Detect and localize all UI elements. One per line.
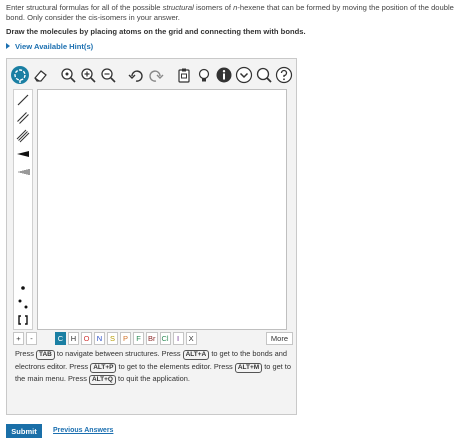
element-o-button[interactable]: O [81,331,92,345]
help-text: electrons editor. Press [15,361,91,371]
previous-answers-link[interactable]: Previous Answers [53,427,113,434]
zoom-fit-button[interactable] [59,66,77,84]
select-tool-button[interactable] [11,66,29,84]
wedge-bond-icon [17,151,29,157]
question-text: Enter structural formulas for all of the… [6,3,468,23]
hash-bond-button[interactable] [15,164,31,180]
view-hints-link[interactable]: View Available Hint(s) [6,42,93,51]
explicit-hydrogens-button[interactable] [195,66,213,84]
bracket-button[interactable] [15,312,31,328]
structure-editor: + - C H O N S P F Br Cl I X More Press T… [6,58,297,415]
help-text: to navigate between structures. Press [54,349,183,358]
lone-pair-icon [18,299,28,309]
question-text-part: Enter structural formulas for all of the… [6,3,163,12]
zoom-out-icon [101,68,116,83]
lasso-icon [14,69,26,83]
help-button[interactable] [275,66,293,84]
help-text: the main menu. Press [15,374,89,383]
zoom-in-icon [81,68,96,83]
question-emphasis: structural [162,3,194,12]
chevron-down-icon [235,66,253,84]
drawing-canvas[interactable] [37,89,287,330]
tab-key: TAB [35,350,55,360]
lone-pair-button[interactable] [15,296,31,312]
alt-p-key: ALT+P [90,362,117,373]
single-bond-button[interactable] [15,92,31,108]
alt-m-key: ALT+M [234,362,263,373]
element-i-button[interactable]: I [172,331,184,345]
instruction-text: Draw the molecules by placing atoms on t… [6,27,306,36]
clipboard-icon [178,68,190,83]
editor-left-toolbar [13,89,33,330]
submit-button[interactable]: Submit [6,424,42,438]
eraser-icon [34,70,47,82]
dot-icon [21,286,25,290]
help-text: to quit the application. [115,374,190,383]
info-button[interactable] [215,66,233,84]
element-f-button[interactable]: F [133,331,144,345]
zoom-in-button[interactable] [79,66,97,84]
element-n-button[interactable]: N [94,331,105,345]
undo-icon [128,70,143,82]
increase-charge-button[interactable]: + [13,331,24,345]
keyboard-help-text: Press TAB to navigate between structures… [15,348,293,386]
redo-button[interactable] [147,66,165,84]
triple-bond-button[interactable] [15,128,31,144]
menu-button[interactable] [235,66,253,84]
editor-top-toolbar [11,63,294,87]
copy-paste-button[interactable] [175,66,193,84]
hash-bond-icon [18,169,30,175]
radical-button[interactable] [15,280,31,296]
element-s-button[interactable]: S [107,331,118,345]
info-icon [216,67,232,83]
element-br-button[interactable]: Br [146,331,158,345]
help-text: Press [15,349,36,358]
undo-button[interactable] [127,66,145,84]
more-elements-button[interactable]: More [265,331,293,345]
help-text: to get to [262,361,291,371]
wedge-bond-button[interactable] [15,146,31,162]
triple-bond-icon [16,129,30,143]
redo-icon [149,70,164,82]
eraser-button[interactable] [31,66,49,84]
double-bond-icon [17,112,29,124]
help-text: to get to the elements editor. Press [116,361,235,371]
alt-a-key: ALT+A [182,350,210,360]
search-icon [256,67,272,83]
question-text-part: isomers of [193,3,234,12]
alt-q-key: ALT+Q [88,375,116,385]
element-cl-button[interactable]: Cl [159,331,171,345]
hint-label: View Available Hint(s) [15,42,94,51]
decrease-charge-button[interactable]: - [26,331,37,345]
help-text: to get to the bonds and [209,349,287,358]
search-button[interactable] [255,66,273,84]
help-icon [275,66,293,84]
caret-right-icon [6,43,10,49]
element-h-button[interactable]: H [68,331,79,345]
atom-toolbar: + - C H O N S P F Br Cl I X More [13,330,293,346]
element-p-button[interactable]: P [120,331,131,345]
element-x-button[interactable]: X [185,331,197,345]
element-c-button[interactable]: C [55,331,66,345]
zoom-fit-icon [61,68,76,83]
lightbulb-icon [198,68,210,82]
bracket-icon [18,315,28,325]
double-bond-button[interactable] [15,110,31,126]
single-bond-icon [17,94,29,106]
zoom-out-button[interactable] [99,66,117,84]
